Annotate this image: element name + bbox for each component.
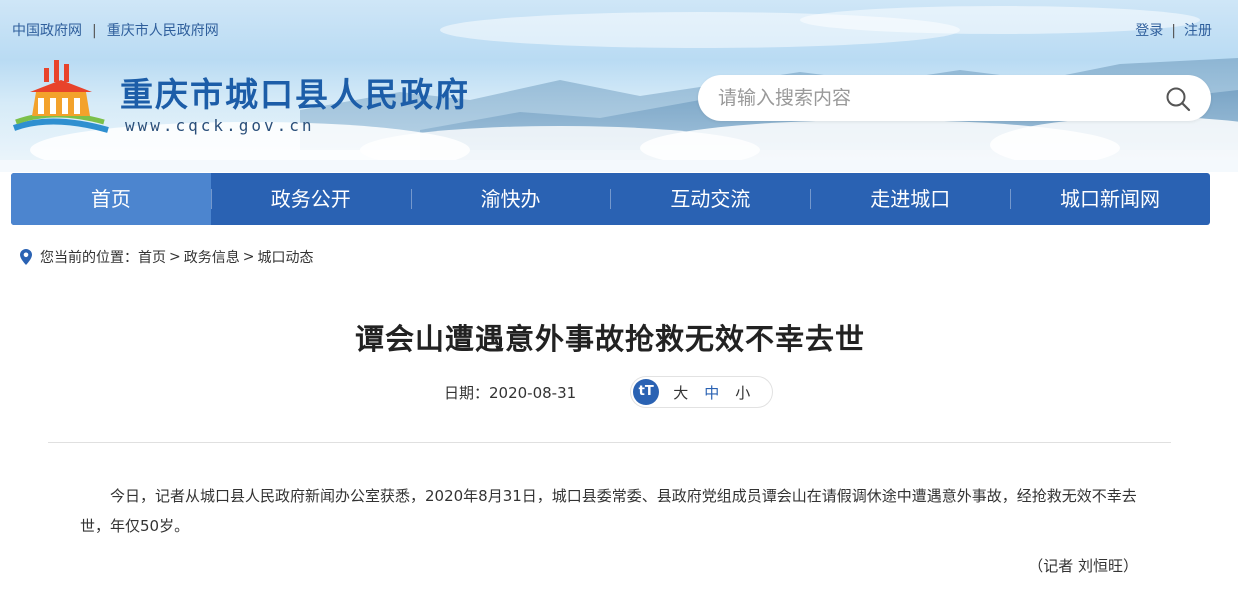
gov-cn-link[interactable]: 中国政府网	[12, 23, 82, 39]
article-title: 谭会山遭遇意外事故抢救无效不幸去世	[354, 322, 865, 356]
nav-item-news[interactable]: 城口新闻网	[1010, 173, 1210, 225]
nav-item-interaction[interactable]: 互动交流	[610, 173, 810, 225]
main-nav: 首页 政务公开 渝快办 互动交流 走进城口 城口新闻网	[11, 173, 1210, 225]
user-links-separator: |	[1171, 23, 1176, 39]
user-links: 登录 | 注册	[1135, 20, 1212, 40]
nav-item-gov-affairs[interactable]: 政务公开	[210, 173, 411, 225]
breadcrumb-chengkou-news[interactable]: 城口动态	[257, 247, 313, 267]
breadcrumb: 您当前的位置： 首页 > 政务信息 > 城口动态	[20, 247, 313, 267]
top-links: 中国政府网 | 重庆市人民政府网	[12, 20, 219, 40]
article-divider	[48, 442, 1171, 443]
breadcrumb-home[interactable]: 首页	[138, 247, 166, 267]
article-date: 日期：2020-08-31	[444, 383, 577, 402]
font-size-large[interactable]: 大	[673, 382, 688, 403]
breadcrumb-separator: >	[169, 249, 181, 265]
font-size-icon: tT	[633, 379, 660, 405]
nav-item-about-chengkou[interactable]: 走进城口	[810, 173, 1010, 225]
location-pin-icon	[20, 249, 32, 265]
search-icon[interactable]	[1165, 86, 1191, 112]
breadcrumb-gov-info[interactable]: 政务信息	[184, 247, 240, 267]
top-links-separator: |	[92, 23, 97, 39]
site-name[interactable]: 重庆市城口县人民政府	[120, 68, 470, 116]
breadcrumb-separator: >	[242, 249, 255, 265]
register-link[interactable]: 注册	[1184, 23, 1212, 39]
breadcrumb-prefix: 您当前的位置：	[40, 250, 138, 266]
site-logo-icon[interactable]	[12, 58, 110, 138]
font-size-switcher: tT 大 中 小	[630, 376, 774, 408]
login-link[interactable]: 登录	[1135, 23, 1163, 39]
cq-gov-link[interactable]: 重庆市人民政府网	[107, 23, 219, 39]
nav-item-yukuaiban[interactable]: 渝快办	[410, 173, 611, 225]
article-author: （记者 刘恒旺）	[1028, 557, 1138, 575]
site-url: www.cqck.gov.cn	[125, 116, 315, 135]
nav-item-home[interactable]: 首页	[11, 173, 211, 225]
site-header: 中国政府网 | 重庆市人民政府网 登录 | 注册 重庆市城口县人民政府 www.cqck…	[0, 0, 1238, 172]
font-size-medium[interactable]: 中	[704, 382, 719, 403]
article-meta: 日期：2020-08-31 tT 大 中 小	[444, 376, 774, 408]
search-box	[698, 75, 1211, 121]
font-size-small[interactable]: 小	[735, 382, 750, 403]
article-body: 今日，记者从城口县人民政府新闻办公室获悉，2020年8月31日，城口县委常委、县…	[80, 487, 1137, 535]
search-input[interactable]	[718, 75, 1138, 121]
